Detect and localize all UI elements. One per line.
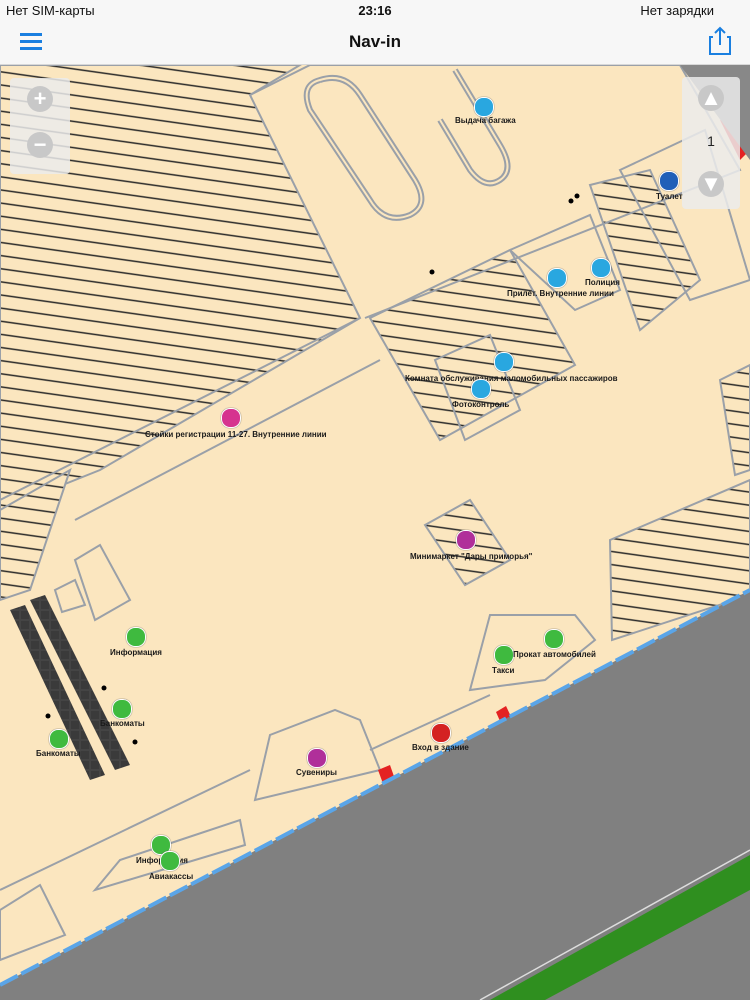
poi-label[interactable]: Авиакассы xyxy=(149,872,193,881)
poi-label[interactable]: Информация xyxy=(110,648,162,657)
police-icon[interactable] xyxy=(591,258,611,278)
floor-number: 1 xyxy=(707,133,715,149)
atm-icon[interactable] xyxy=(112,699,132,719)
poi-label[interactable]: Банкоматы xyxy=(100,719,145,728)
poi-label[interactable]: Прилет. Внутренние линии xyxy=(507,289,614,298)
poi-label[interactable]: Выдача багажа xyxy=(455,116,516,125)
poi-label[interactable]: Полиция xyxy=(585,278,620,287)
poi-label[interactable]: Туалет xyxy=(656,192,683,201)
map-background xyxy=(0,65,750,1000)
poi-label[interactable]: Банкоматы xyxy=(36,749,81,758)
poi-label[interactable]: Прокат автомобилей xyxy=(513,650,596,659)
airport-floor-map[interactable]: + − ▲ 1 ▼ Выдача багажа Туалет Полиция Прил… xyxy=(0,65,750,1000)
entrance-icon[interactable] xyxy=(431,723,451,743)
poi-label[interactable]: Стойки регистрации 11-27. Внутренние лин… xyxy=(145,430,327,439)
accessibility-icon[interactable] xyxy=(494,352,514,372)
souvenir-icon[interactable] xyxy=(307,748,327,768)
atm-icon[interactable] xyxy=(49,729,69,749)
zoom-controls: + − xyxy=(10,78,70,174)
zoom-in-icon[interactable]: + xyxy=(27,86,53,112)
poi-label[interactable]: Вход в здание xyxy=(412,743,469,752)
poi-label[interactable]: Такси xyxy=(492,666,514,675)
share-icon[interactable] xyxy=(708,26,732,56)
page-title: Nav-in xyxy=(349,32,401,51)
poi-label[interactable]: Сувениры xyxy=(296,768,337,777)
poi-label[interactable]: Комната обслуживания маломобильных пасса… xyxy=(405,374,618,383)
shop-icon[interactable] xyxy=(456,530,476,550)
toilet-icon[interactable] xyxy=(659,171,679,191)
baggage-icon[interactable] xyxy=(474,97,494,117)
check-in-icon[interactable] xyxy=(221,408,241,428)
info-icon[interactable] xyxy=(126,627,146,647)
floor-controls: ▲ 1 ▼ xyxy=(682,77,740,209)
navigation-bar: Nav-in xyxy=(0,20,750,65)
battery-text: Нет зарядки xyxy=(640,3,714,18)
poi-label[interactable]: Фотоконтроль xyxy=(452,400,509,409)
floor-down-icon[interactable]: ▼ xyxy=(698,171,724,197)
floor-up-icon[interactable]: ▲ xyxy=(698,85,724,111)
clock: 23:16 xyxy=(358,3,392,18)
photo-control-icon[interactable] xyxy=(471,379,491,399)
taxi-icon[interactable] xyxy=(494,645,514,665)
poi-label[interactable]: Минимаркет "Дары приморья" xyxy=(410,552,532,561)
status-bar: Нет SIM-карты 23:16 Нет зарядки xyxy=(0,0,750,20)
zoom-out-icon[interactable]: − xyxy=(27,132,53,158)
ticket-office-icon[interactable] xyxy=(160,851,180,871)
arrival-icon[interactable] xyxy=(547,268,567,288)
car-rental-icon[interactable] xyxy=(544,629,564,649)
